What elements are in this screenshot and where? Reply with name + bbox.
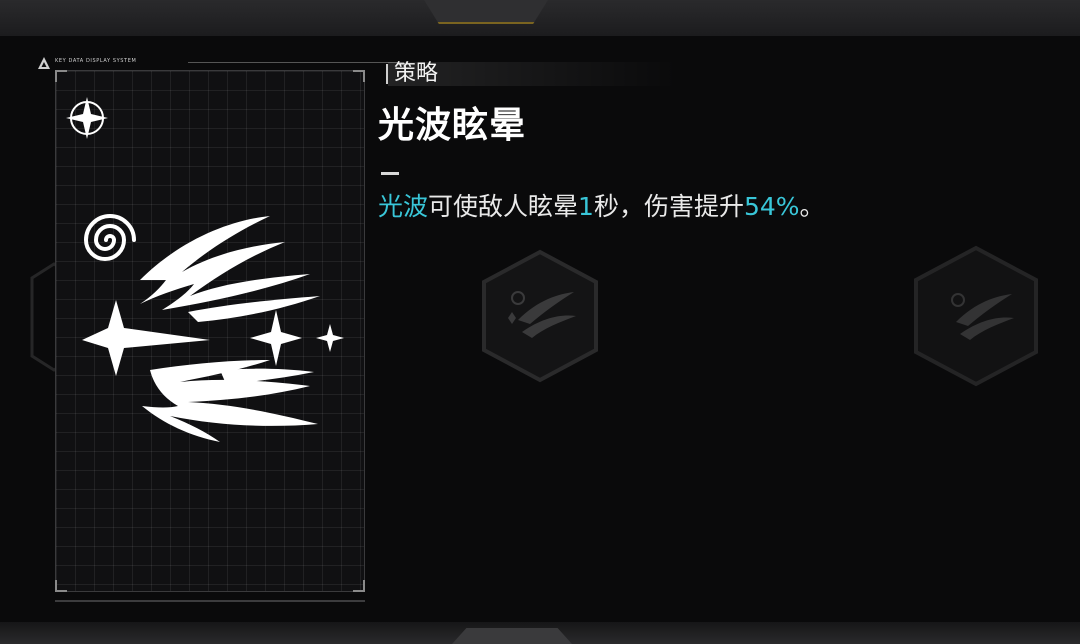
corner-bracket: [353, 70, 365, 82]
desc-text: 秒，伤害提升: [593, 192, 744, 221]
bottom-bar: [0, 622, 1080, 644]
title-divider: [381, 172, 399, 175]
skill-title: 光波眩晕: [378, 105, 527, 146]
desc-highlight-duration: 1: [578, 192, 594, 221]
four-point-star-icon: [66, 97, 108, 139]
hexagon-skill-icon-right: [914, 245, 1038, 387]
skill-description: 光波可使敌人眩晕1秒，伤害提升54%。: [378, 188, 825, 226]
corner-bracket: [55, 70, 67, 82]
corner-bracket: [353, 580, 365, 592]
triangle-logo-icon: [38, 57, 50, 69]
bottom-tab[interactable]: [452, 628, 572, 644]
section-label: 策略: [394, 61, 439, 86]
desc-text: 可使敌人眩晕: [428, 192, 579, 221]
system-header: KEY DATA DISPLAY SYSTEM: [38, 57, 404, 69]
desc-highlight-term: 光波: [378, 192, 429, 221]
desc-text: 。: [799, 192, 825, 221]
section-tag: 策略: [386, 60, 686, 88]
top-tab[interactable]: [424, 0, 548, 24]
system-label: KEY DATA DISPLAY SYSTEM: [55, 58, 137, 64]
card-underline: [55, 600, 365, 602]
hexagon-skill-icon-center: [482, 249, 598, 383]
corner-bracket: [55, 580, 67, 592]
section-tag-bar: [386, 64, 388, 84]
header-divider: [188, 62, 404, 63]
light-wave-stun-icon: [82, 214, 344, 442]
desc-highlight-percent: 54%: [743, 192, 800, 221]
top-bar: [0, 0, 1080, 36]
